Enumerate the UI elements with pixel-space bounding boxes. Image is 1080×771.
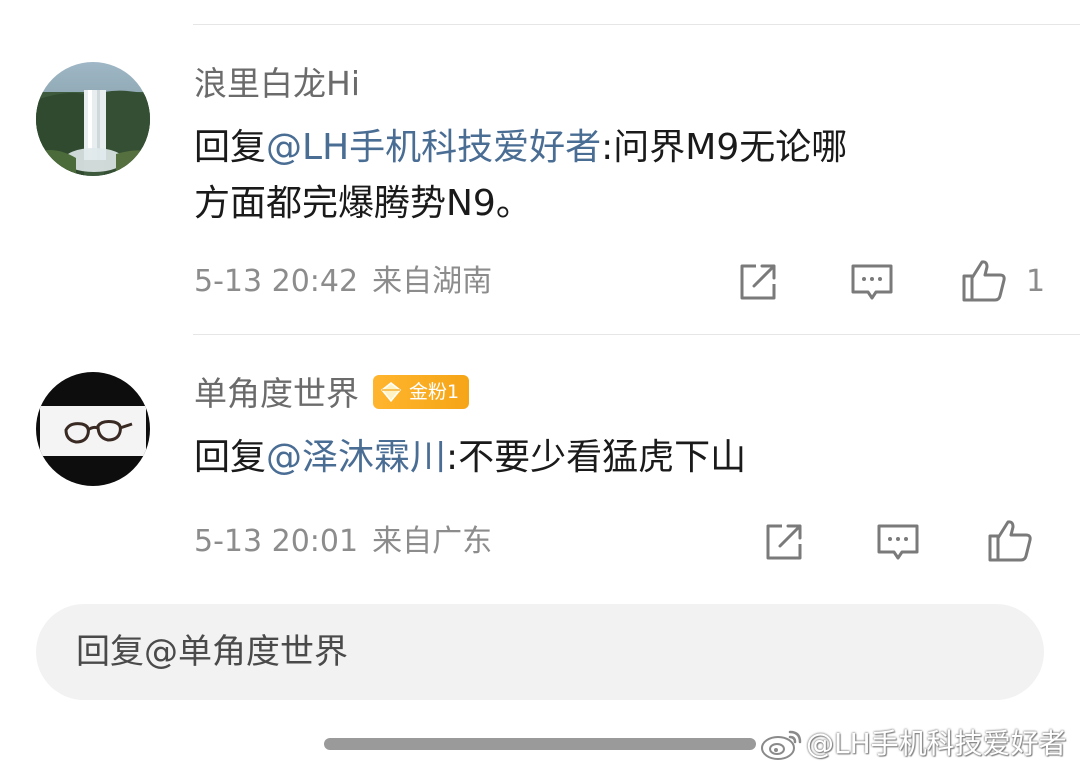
like-button[interactable] <box>960 256 1008 304</box>
comment-thread-page: 浪里白龙Hi 回复@LH手机科技爱好者:问界M9无论哪 方面都完爆腾势N9。 5… <box>0 0 1080 771</box>
mention-link[interactable]: @泽沐霖川 <box>266 437 446 478</box>
comment-meta: 5-13 20:42 来自湖南 <box>194 262 492 302</box>
share-button[interactable] <box>734 258 782 306</box>
reply-placeholder: 回复@单角度世界 <box>76 632 348 672</box>
comment-icon <box>877 524 919 560</box>
comment-button[interactable] <box>848 258 896 306</box>
share-icon <box>740 264 776 300</box>
glasses-avatar-icon <box>36 372 150 486</box>
location: 来自广东 <box>372 524 493 559</box>
avatar[interactable] <box>36 372 150 486</box>
diamond-icon <box>380 382 402 403</box>
timestamp: 5-13 20:01 <box>194 524 359 559</box>
thumbs-up-icon <box>988 520 1032 562</box>
comment-meta: 5-13 20:01 来自广东 <box>194 522 492 562</box>
timestamp: 5-13 20:42 <box>194 264 359 299</box>
share-button[interactable] <box>760 518 808 566</box>
waterfall-avatar-icon <box>36 62 150 176</box>
watermark-text: @LH手机科技爱好者 <box>806 727 1067 760</box>
mention-link[interactable]: @LH手机科技爱好者 <box>266 127 601 168</box>
weibo-logo-icon <box>761 730 802 760</box>
badge-label: 金粉1 <box>409 381 460 403</box>
username[interactable]: 浪里白龙Hi <box>194 64 360 104</box>
comment-divider <box>193 334 1080 335</box>
location: 来自湖南 <box>372 264 493 299</box>
reply-prefix: 回复 <box>194 437 267 478</box>
reply-prefix: 回复 <box>194 127 267 168</box>
home-indicator[interactable] <box>324 738 756 750</box>
comment-icon <box>851 264 893 300</box>
top-divider <box>193 24 1080 25</box>
thumbs-up-icon <box>962 260 1006 302</box>
like-button[interactable] <box>986 516 1034 564</box>
comment-text-line1: :问界M9无论哪 <box>601 127 848 168</box>
username[interactable]: 单角度世界 <box>194 374 359 414</box>
comment-text: 回复@泽沐霖川:不要少看猛虎下山 <box>194 430 1024 486</box>
like-count: 1 <box>1026 264 1046 299</box>
watermark: @LH手机科技爱好者 <box>760 724 1076 764</box>
fan-badge[interactable]: 金粉1 <box>373 375 470 409</box>
comment-text-line2: 方面都完爆腾势N9。 <box>194 183 532 224</box>
comment-text-content: :不要少看猛虎下山 <box>446 437 747 478</box>
reply-input[interactable]: 回复@单角度世界 <box>36 604 1044 700</box>
comment-text: 回复@LH手机科技爱好者:问界M9无论哪 方面都完爆腾势N9。 <box>194 120 1024 232</box>
comment-button[interactable] <box>874 518 922 566</box>
avatar[interactable] <box>36 62 150 176</box>
share-icon <box>766 524 802 560</box>
